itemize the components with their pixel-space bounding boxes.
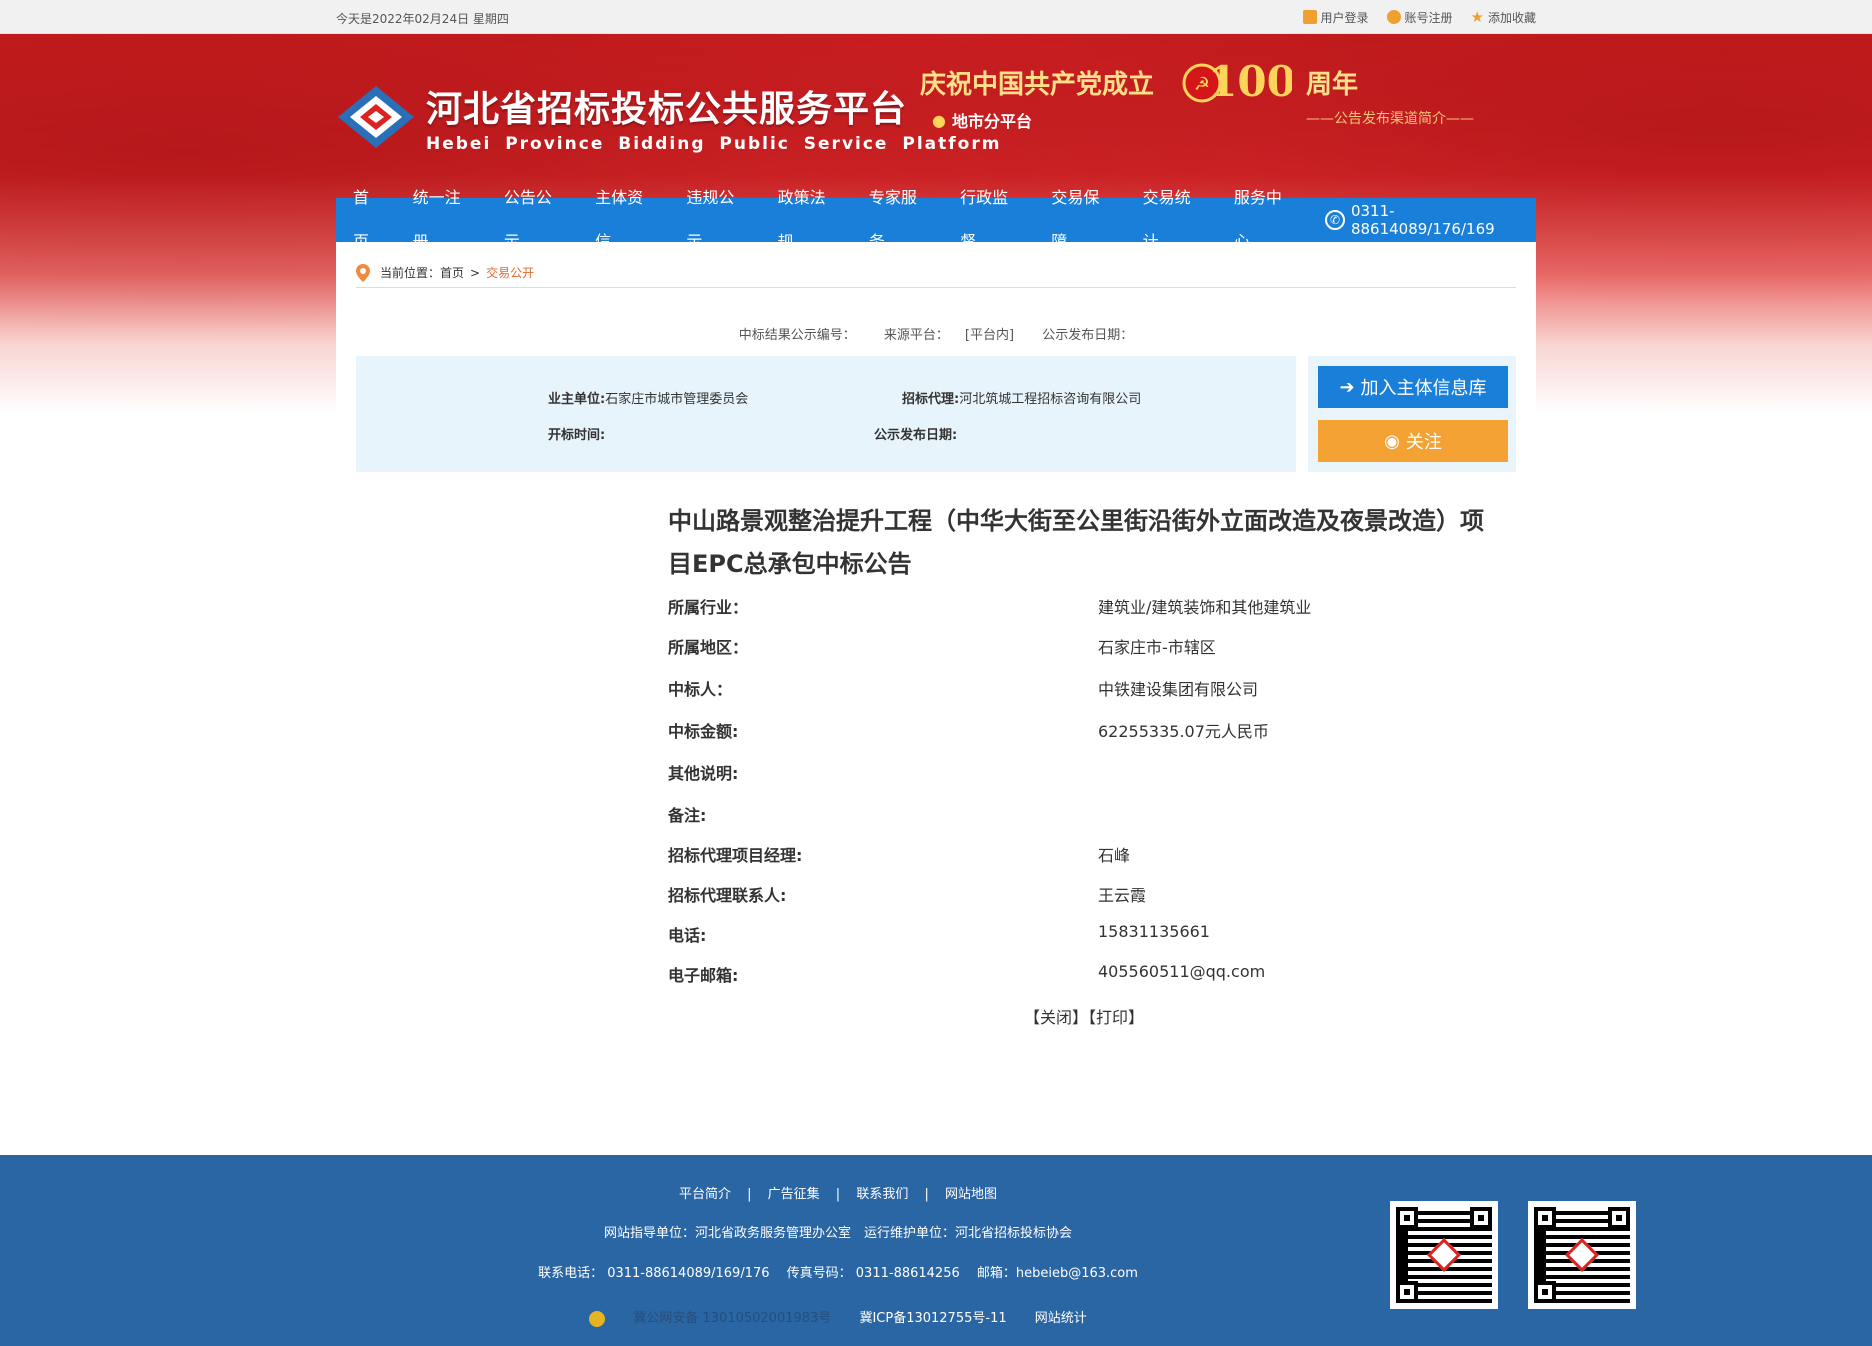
nav-register[interactable]: 统一注册 bbox=[399, 176, 490, 264]
footer-contact: 联系电话： 0311-88614089/169/176 传真号码： 0311-8… bbox=[538, 1266, 1138, 1281]
publish-date-info-label: 公示发布日期: bbox=[874, 428, 958, 443]
sub-platform-link[interactable]: ● 地市分平台 bbox=[932, 108, 1032, 132]
qr-code bbox=[1390, 1201, 1498, 1309]
nav-credit[interactable]: 主体资信 bbox=[581, 176, 672, 264]
nav-policy[interactable]: 政策法规 bbox=[764, 176, 855, 264]
nav-supervision[interactable]: 行政监督 bbox=[946, 176, 1037, 264]
main-panel: 首页 统一注册 公告公示 主体资信 违规公示 政策法规 专家服务 行政监督 交易… bbox=[336, 188, 1536, 1106]
close-print-links: 【关闭】【打印】 bbox=[1024, 1004, 1144, 1028]
celebrate-text-left: 庆祝中国共产党成立 bbox=[920, 70, 1155, 100]
site-logo[interactable]: 河北省招标投标公共服务平台 Hebei Province Bidding Pub… bbox=[336, 80, 1001, 154]
owner-label: 业主单位: bbox=[548, 392, 606, 407]
footer-link-about[interactable]: 平台简介 bbox=[679, 1187, 731, 1202]
nav-service[interactable]: 服务中心 bbox=[1220, 176, 1311, 264]
eye-icon: ◉ bbox=[1384, 430, 1400, 451]
footer-link-sitemap[interactable]: 网站地图 bbox=[945, 1187, 997, 1202]
breadcrumb-home[interactable]: 首页 bbox=[440, 264, 464, 281]
nav-guarantee[interactable]: 交易保障 bbox=[1037, 176, 1128, 264]
add-to-library-button[interactable]: ➔ 加入主体信息库 bbox=[1318, 366, 1508, 408]
qr-code bbox=[1528, 1201, 1636, 1309]
lock-icon bbox=[1302, 10, 1317, 24]
project-info-box: 业主单位:石家庄市城市管理委员会 招标代理:河北筑城工程招标咨询有限公司 开标时… bbox=[356, 356, 1296, 472]
login-link[interactable]: 用户登录 bbox=[1302, 8, 1369, 26]
nav-violations[interactable]: 违规公示 bbox=[672, 176, 763, 264]
footer-links: 平台简介 | 广告征集 | 联系我们 | 网站地图 bbox=[678, 1187, 998, 1202]
footer-link-contact[interactable]: 联系我们 bbox=[856, 1187, 908, 1202]
user-icon bbox=[1386, 10, 1401, 24]
breadcrumb-current[interactable]: 交易公开 bbox=[486, 264, 534, 281]
sign-in-icon: ➔ bbox=[1339, 376, 1355, 397]
nav-announcements[interactable]: 公告公示 bbox=[490, 176, 581, 264]
breadcrumb: 当前位置： 首页 > 交易公开 bbox=[356, 258, 1516, 288]
footer: 平台简介 | 广告征集 | 联系我们 | 网站地图 网站指导单位：河北省政务服务… bbox=[0, 1155, 1872, 1346]
notice-meta: 中标结果公示编号： 来源平台： [平台内] 公示发布日期： bbox=[336, 324, 1536, 343]
nav-experts[interactable]: 专家服务 bbox=[855, 176, 946, 264]
celebrate-text-right: 周年 bbox=[1306, 70, 1359, 100]
source-value: [平台内] bbox=[964, 328, 1015, 343]
top-bar: 今天是2022年02月24日 星期四 用户登录 账号注册 ★ 添加收藏 bbox=[0, 0, 1872, 34]
notice-title: 中山路景观整治提升工程（中华大街至公里街沿街外立面改造及夜景改造）项目EPC总承… bbox=[668, 507, 1484, 578]
site-title: 河北省招标投标公共服务平台 bbox=[426, 88, 908, 130]
notice-code-label: 中标结果公示编号： bbox=[738, 328, 856, 343]
footer-link-ads[interactable]: 广告征集 bbox=[768, 1187, 820, 1202]
police-record-link[interactable]: 冀公网安备 13010502001983号 bbox=[633, 1311, 831, 1326]
agent-value: 河北筑城工程招标咨询有限公司 bbox=[959, 392, 1142, 407]
location-pin-icon bbox=[356, 263, 370, 282]
footer-record: 冀公网安备 13010502001983号 冀ICP备13012755号-11 … bbox=[0, 1307, 1774, 1327]
police-badge-icon bbox=[589, 1310, 606, 1327]
top-links: 用户登录 账号注册 ★ 添加收藏 bbox=[1302, 8, 1536, 26]
source-label: 来源平台： bbox=[883, 328, 949, 343]
celebrate-subtitle[interactable]: ——公告发布渠道简介—— bbox=[1306, 108, 1474, 128]
logo-icon bbox=[336, 84, 416, 150]
icp-record-link[interactable]: 冀ICP备13012755号-11 bbox=[859, 1311, 1006, 1326]
favorite-link[interactable]: ★ 添加收藏 bbox=[1471, 8, 1536, 26]
site-title-en: Hebei Province Bidding Public Service Pl… bbox=[426, 134, 1002, 154]
nav-statistics[interactable]: 交易统计 bbox=[1129, 176, 1220, 264]
location-pin-icon: ● bbox=[932, 110, 946, 130]
nav-home[interactable]: 首页 bbox=[336, 176, 399, 264]
action-panel: ➔ 加入主体信息库 ◉ 关注 bbox=[1308, 356, 1516, 472]
current-date: 今天是2022年02月24日 星期四 bbox=[336, 12, 509, 26]
print-link[interactable]: 【打印】 bbox=[1088, 1008, 1144, 1027]
follow-button[interactable]: ◉ 关注 bbox=[1318, 420, 1508, 462]
centenary-number: 100 bbox=[1208, 57, 1292, 106]
site-stats-link[interactable]: 网站统计 bbox=[1035, 1311, 1087, 1326]
main-nav: 首页 统一注册 公告公示 主体资信 违规公示 政策法规 专家服务 行政监督 交易… bbox=[336, 188, 1536, 251]
owner-value: 石家庄市城市管理委员会 bbox=[605, 392, 749, 407]
publish-date-label: 公示发布日期： bbox=[1042, 328, 1134, 343]
star-icon: ★ bbox=[1470, 8, 1484, 26]
register-link[interactable]: 账号注册 bbox=[1386, 8, 1453, 26]
phone-icon: ✆ bbox=[1325, 210, 1345, 230]
open-time-label: 开标时间: bbox=[548, 428, 606, 443]
footer-guide: 网站指导单位：河北省政务服务管理办公室 运行维护单位：河北省招标投标协会 bbox=[603, 1226, 1072, 1241]
agent-label: 招标代理: bbox=[902, 392, 960, 407]
close-link[interactable]: 【关闭】 bbox=[1024, 1008, 1088, 1027]
party-emblem-badge: ☭ 100 bbox=[1182, 50, 1296, 116]
hotline: ✆ 0311-88614089/176/169 bbox=[1325, 202, 1536, 238]
